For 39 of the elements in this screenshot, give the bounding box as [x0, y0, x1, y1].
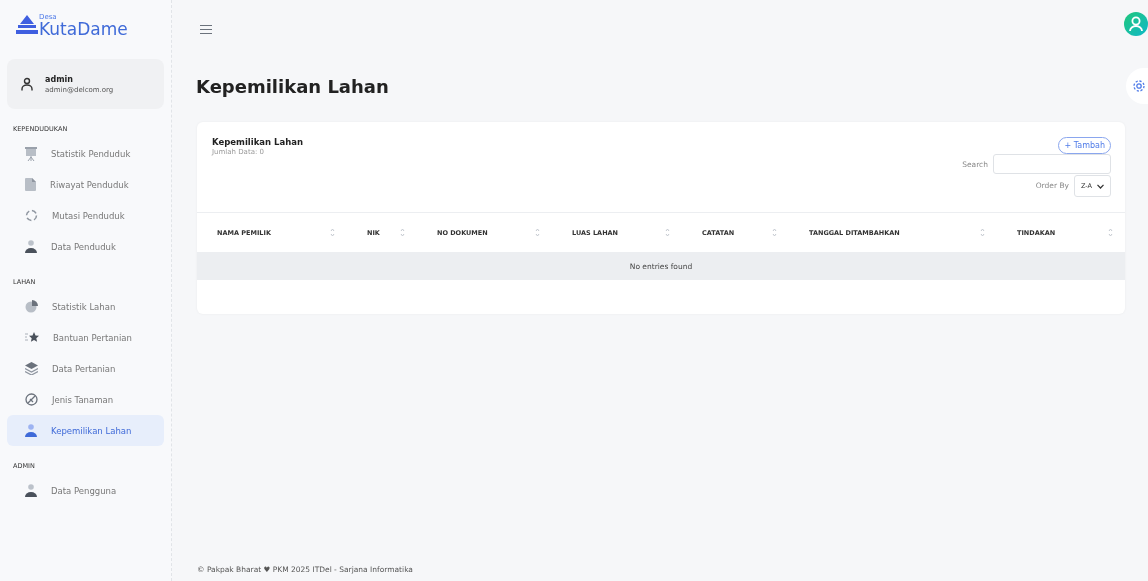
card-title: Kepemilikan Lahan [212, 137, 304, 147]
sort-icon [980, 228, 985, 237]
cycle-icon [25, 209, 38, 222]
sidebar-item[interactable]: Data Pertanian [7, 353, 164, 384]
person-icon [25, 424, 37, 437]
pie-chart-icon [25, 300, 38, 313]
sort-icon [1108, 228, 1113, 237]
sort-icon [772, 228, 777, 237]
sort-icon [535, 228, 540, 237]
sidebar-item[interactable]: Jenis Tanaman [7, 384, 164, 415]
sidebar-item[interactable]: Statistik Penduduk [7, 138, 164, 169]
star-icon [25, 331, 39, 344]
search-field[interactable] [993, 154, 1111, 174]
settings-button[interactable] [1126, 68, 1148, 104]
sidebar-item[interactable]: Data Pengguna [7, 475, 164, 506]
sidebar-item[interactable]: Mutasi Penduduk [7, 200, 164, 231]
layers-icon [25, 362, 38, 375]
menu-icon[interactable] [200, 25, 212, 34]
presentation-board-icon [25, 146, 37, 161]
add-button[interactable]: + Tambah [1058, 137, 1111, 154]
chevron-down-icon [1097, 183, 1104, 189]
temple-logo-icon [16, 15, 38, 35]
sort-icon [665, 228, 670, 237]
sidebar-item[interactable]: Riwayat Penduduk [7, 169, 164, 200]
file-icon [25, 178, 36, 191]
sidebar-item[interactable]: Statistik Lahan [7, 291, 164, 322]
page-title: Kepemilikan Lahan [196, 76, 389, 97]
person-icon [25, 240, 37, 253]
sidebar-item[interactable]: Kepemilikan Lahan [7, 415, 164, 446]
avatar-icon[interactable] [1124, 12, 1148, 36]
settings-icon [1132, 79, 1146, 93]
logo-title: KutaDame [39, 21, 128, 38]
sort-icon [330, 228, 335, 237]
person-icon [25, 484, 37, 497]
user-icon [21, 77, 33, 91]
user-name: admin [45, 74, 74, 84]
sort-icon [400, 228, 405, 237]
sidebar-item[interactable]: Data Penduduk [7, 231, 164, 262]
sidebar-item[interactable]: Bantuan Pertanian [7, 322, 164, 353]
